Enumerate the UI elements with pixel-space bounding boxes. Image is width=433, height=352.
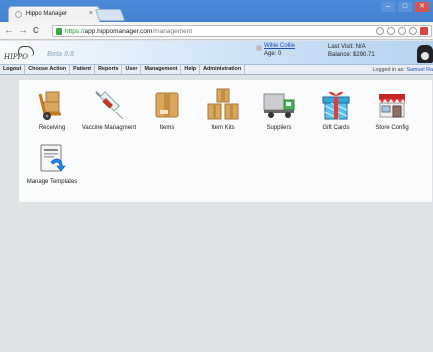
menu-help[interactable]: Help	[181, 65, 201, 74]
menu-logout[interactable]: Logout	[0, 65, 26, 74]
management-panel: Receiving Vaccine Managment Items Item K…	[18, 79, 433, 203]
reload-icon[interactable]: C	[33, 25, 39, 37]
address-bar-icons	[376, 27, 428, 35]
tile-item-kits[interactable]: Item Kits	[193, 88, 253, 131]
tile-label: Gift Cards	[322, 125, 350, 131]
new-tab-button[interactable]	[94, 9, 126, 21]
beta-label: Beta 0.8	[47, 51, 74, 58]
stacked-boxes-icon	[206, 88, 240, 122]
tile-gift-cards[interactable]: Gift Cards	[306, 88, 366, 131]
tab-close-icon[interactable]: ×	[89, 10, 93, 17]
minimize-button[interactable]: –	[381, 2, 395, 12]
hand-truck-icon	[35, 88, 69, 122]
maximize-button[interactable]: □	[398, 2, 412, 12]
menu-choose-action[interactable]: Choose Action	[25, 65, 71, 74]
logo-text: HIPPO	[4, 53, 29, 61]
page-icon[interactable]	[387, 27, 395, 35]
visit-info: Last Visit: N/A Balance: $290.71	[328, 43, 375, 59]
syringe-icon	[92, 88, 126, 122]
patient-age: Age: 0	[264, 51, 282, 57]
forward-arrow-icon[interactable]: →	[18, 25, 28, 37]
url-host: app.hippomanager.com	[84, 28, 153, 35]
browser-tab[interactable]: Hippo Manager ×	[8, 6, 100, 22]
window-controls: – □ ✕	[381, 2, 429, 12]
patient-icon	[256, 45, 262, 51]
patient-avatar[interactable]	[417, 45, 433, 63]
template-icon	[35, 142, 69, 176]
tile-label: Receiving	[38, 125, 66, 131]
app-header: HIPPO Beta 0.8 Willie Collie Age: 0 Last…	[0, 41, 433, 65]
tab-title: Hippo Manager	[26, 11, 68, 17]
zoom-icon[interactable]	[376, 27, 384, 35]
balance: Balance: $290.71	[328, 52, 375, 58]
menu-user[interactable]: User	[122, 65, 142, 74]
extension-icon[interactable]	[409, 27, 417, 35]
last-visit: Last Visit: N/A	[328, 44, 366, 50]
tile-receiving[interactable]: Receiving	[22, 88, 82, 131]
patient-name-link[interactable]: Willie Collie	[264, 43, 295, 49]
back-arrow-icon[interactable]: ←	[4, 25, 14, 37]
menu-reports[interactable]: Reports	[95, 65, 123, 74]
tile-vaccine-managment[interactable]: Vaccine Managment	[79, 88, 139, 131]
main-menu: Logout Choose Action Patient Reports Use…	[0, 65, 433, 75]
url-text: https://app.hippomanager.com/management	[65, 28, 192, 35]
box-icon	[150, 88, 184, 122]
delivery-truck-icon	[262, 88, 296, 122]
menu-administration[interactable]: Administration	[200, 65, 246, 74]
favicon-icon	[15, 11, 22, 18]
tile-suppliers[interactable]: Suppliers	[249, 88, 309, 131]
logged-in-user[interactable]: Samuel Ra	[406, 67, 433, 73]
lock-icon	[56, 28, 62, 35]
close-window-button[interactable]: ✕	[415, 2, 429, 12]
tile-label: Manage Templates	[26, 179, 78, 185]
gift-icon	[319, 88, 353, 122]
gmail-icon[interactable]	[420, 27, 428, 35]
storefront-icon	[375, 88, 409, 122]
tile-label: Store Config	[375, 125, 409, 131]
tile-items[interactable]: Items	[137, 88, 197, 131]
tile-store-config[interactable]: Store Config	[362, 88, 422, 131]
address-bar[interactable]: https://app.hippomanager.com/management	[52, 25, 432, 37]
logged-in-prefix: Logged in as:	[372, 67, 407, 73]
logged-in-status: Logged in as: Samuel Ra	[372, 65, 433, 75]
tile-label: Items	[159, 125, 175, 131]
browser-toolbar: ← → C https://app.hippomanager.com/manag…	[0, 22, 433, 40]
menu-management[interactable]: Management	[141, 65, 182, 74]
tile-manage-templates[interactable]: Manage Templates	[22, 142, 82, 185]
url-scheme: https://	[65, 28, 85, 35]
star-icon[interactable]	[398, 27, 406, 35]
tile-label: Item Kits	[211, 125, 235, 131]
tile-label: Vaccine Managment	[81, 125, 137, 131]
menu-patient[interactable]: Patient	[70, 65, 96, 74]
tile-label: Suppliers	[266, 125, 292, 131]
url-path: /management	[152, 28, 193, 35]
